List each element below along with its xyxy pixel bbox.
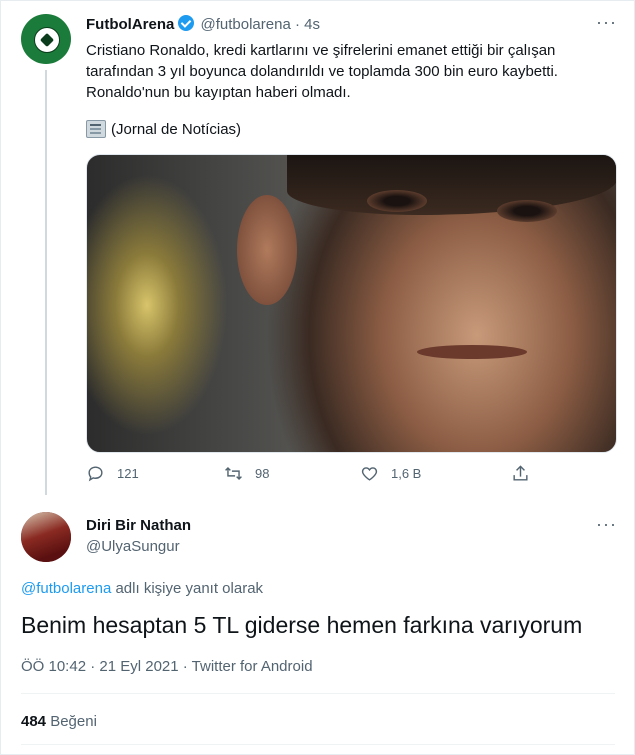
replying-to-text: adlı kişiye yanıt olarak — [111, 580, 264, 597]
reply-handle[interactable]: @UlyaSungur — [86, 538, 180, 555]
source-text: (Jornal de Notícias) — [111, 120, 242, 138]
source-line: (Jornal de Notícias) — [86, 120, 241, 138]
photo-eye-right — [497, 200, 557, 222]
reply-display-name[interactable]: Diri Bir Nathan — [86, 517, 191, 534]
thread-connector-line — [45, 70, 47, 495]
separator-dot: · — [294, 16, 300, 33]
reply-timestamp-meta[interactable]: ÖÖ 10:42 · 21 Eyl 2021 · Twitter for And… — [21, 658, 313, 675]
reply-icon — [88, 466, 103, 482]
like-count: 1,6 B — [391, 466, 422, 481]
reply-tweet-text: Benim hesaptan 5 TL giderse hemen farkın… — [21, 612, 583, 638]
like-icon — [361, 467, 378, 481]
newspaper-icon — [86, 120, 106, 138]
like-action[interactable]: 1,6 B — [360, 464, 421, 483]
more-icon[interactable]: ··· — [596, 12, 617, 33]
original-author-line: FutbolArena @futbolarena · 4s — [86, 15, 320, 33]
retweet-icon — [225, 466, 242, 481]
reply-action[interactable]: 121 — [86, 464, 139, 483]
photo-ear — [237, 195, 297, 305]
share-action[interactable] — [511, 464, 530, 483]
likes-count: 484 — [21, 713, 47, 730]
avatar-photo — [21, 512, 71, 562]
football-icon — [34, 27, 60, 53]
share-icon — [513, 465, 528, 481]
ulyasungur-avatar[interactable] — [21, 512, 71, 562]
tweet-actions-bar: 121 98 1,6 B — [86, 464, 546, 488]
divider — [21, 693, 615, 694]
replying-to-line: @futbolarena adlı kişiye yanıt olarak — [21, 580, 263, 597]
futbolarena-avatar[interactable] — [21, 14, 71, 64]
verified-badge-icon — [178, 15, 195, 31]
likes-label: Beğeni — [50, 713, 97, 730]
photo-eye-left — [367, 190, 427, 212]
replying-to-mention[interactable]: @futbolarena — [21, 580, 111, 597]
tweet-photo[interactable] — [86, 154, 617, 453]
original-handle[interactable]: @futbolarena — [201, 16, 291, 33]
original-timestamp[interactable]: 4s — [304, 16, 320, 33]
likes-summary[interactable]: 484 Beğeni — [21, 713, 97, 730]
retweet-count: 98 — [255, 466, 270, 481]
photo-mouth — [417, 345, 527, 359]
divider-bottom — [21, 744, 615, 745]
reply-count: 121 — [117, 466, 139, 481]
photo-hair — [287, 155, 616, 215]
more-icon[interactable]: ··· — [596, 514, 617, 535]
original-display-name[interactable]: FutbolArena — [86, 16, 174, 33]
retweet-action[interactable]: 98 — [224, 464, 269, 483]
original-tweet-text: Cristiano Ronaldo, kredi kartlarını ve ş… — [86, 42, 558, 101]
